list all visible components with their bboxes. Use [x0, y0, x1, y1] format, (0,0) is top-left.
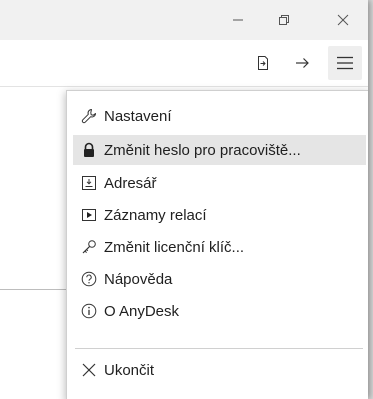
wrench-icon	[81, 108, 97, 124]
file-transfer-icon	[258, 56, 268, 70]
key-icon	[81, 239, 97, 255]
restore-icon	[279, 15, 289, 25]
menu-item-change-license[interactable]: Změnit licenční klíč...	[73, 232, 366, 262]
menu-item-settings[interactable]: Nastavení	[73, 101, 366, 131]
menu-item-label: Záznamy relací	[104, 206, 207, 224]
restore-button[interactable]	[261, 0, 307, 40]
help-circle-icon	[81, 271, 97, 287]
minimize-icon	[233, 19, 243, 21]
anydesk-window: Nastavení Změnit heslo pro pracoviště...…	[0, 0, 368, 399]
title-bar	[0, 0, 368, 40]
menu-item-label: Nápověda	[104, 270, 173, 288]
close-x-icon	[81, 362, 97, 378]
arrow-right-icon	[296, 58, 309, 68]
menu-item-session-recordings[interactable]: Záznamy relací	[73, 200, 366, 230]
menu-item-label: Nastavení	[104, 107, 172, 125]
menu-item-label: Adresář	[104, 174, 157, 192]
menu-item-label: O AnyDesk	[104, 302, 180, 320]
content-divider	[0, 289, 70, 290]
close-icon	[337, 14, 349, 26]
menu-item-label: Změnit heslo pro pracoviště...	[104, 141, 301, 159]
menu-item-change-password[interactable]: Změnit heslo pro pracoviště...	[73, 135, 366, 165]
menu-item-label: Změnit licenční klíč...	[104, 238, 245, 256]
file-transfer-button[interactable]	[248, 48, 278, 78]
main-menu-button[interactable]	[328, 46, 362, 80]
minimize-button[interactable]	[215, 0, 261, 40]
close-button[interactable]	[320, 0, 366, 40]
address-book-icon	[81, 175, 97, 191]
menu-item-about[interactable]: O AnyDesk	[73, 296, 366, 326]
info-circle-icon	[81, 303, 97, 319]
menu-separator	[75, 348, 363, 349]
hamburger-icon	[337, 56, 353, 70]
menu-item-address-book[interactable]: Adresář	[73, 168, 366, 198]
menu-item-help[interactable]: Nápověda	[73, 264, 366, 294]
connect-button[interactable]	[287, 48, 317, 78]
lock-icon	[81, 142, 97, 158]
main-menu-dropdown: Nastavení Změnit heslo pro pracoviště...…	[66, 90, 368, 399]
menu-item-exit[interactable]: Ukončit	[73, 355, 366, 385]
menu-item-label: Ukončit	[104, 361, 155, 379]
toolbar	[0, 40, 368, 87]
play-recording-icon	[81, 207, 97, 223]
